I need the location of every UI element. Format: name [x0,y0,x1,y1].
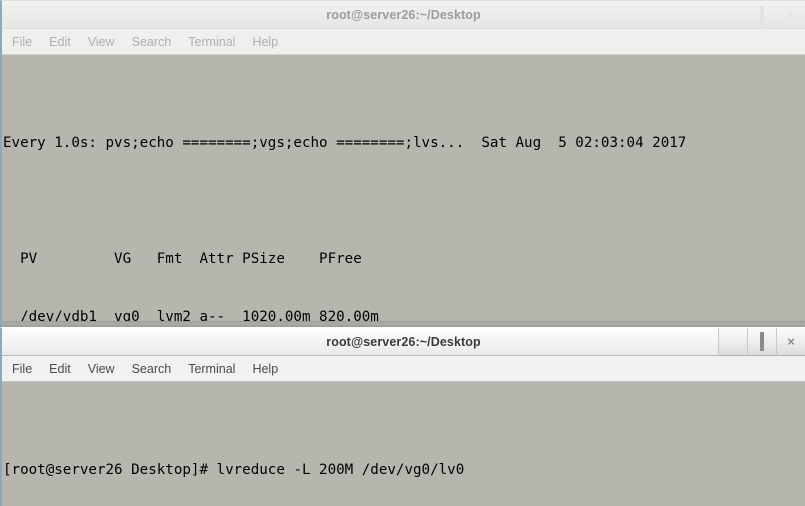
menubar-watch: File Edit View Search Terminal Help [2,29,805,55]
window-controls-watch: × [718,1,805,29]
terminal-lines-watch: Every 1.0s: pvs;echo ========;vgs;echo =… [2,94,805,329]
minimize-button-command[interactable] [718,328,747,356]
close-button-watch[interactable]: × [776,1,805,29]
maximize-icon [760,332,764,351]
close-icon: × [786,7,795,23]
menu-item-file[interactable]: File [12,35,32,49]
menu-item-terminal[interactable]: Terminal [188,35,235,49]
menu-item-search[interactable]: Search [132,35,172,49]
terminal-output-command[interactable]: [root@server26 Desktop]# lvreduce -L 200… [2,382,805,506]
menubar-command: File Edit View Search Terminal Help [2,356,805,382]
menu-item-help[interactable]: Help [252,35,278,49]
window-controls-command: × [718,328,805,356]
titlebar-watch[interactable]: root@server26:~/Desktop × [2,1,805,29]
terminal-line: [root@server26 Desktop]# lvreduce -L 200… [3,461,465,478]
close-button-command[interactable]: × [776,328,805,356]
menu-item-help[interactable]: Help [252,362,278,376]
terminal-line: PV VG Fmt Attr PSize PFree [3,251,362,268]
titlebar-command[interactable]: root@server26:~/Desktop × [2,328,805,356]
close-icon: × [787,334,795,349]
menu-item-file[interactable]: File [12,362,32,376]
terminal-output-watch[interactable]: Every 1.0s: pvs;echo ========;vgs;echo =… [2,55,805,329]
maximize-button-command[interactable] [747,328,776,356]
menu-item-search[interactable]: Search [132,362,172,376]
menu-item-terminal[interactable]: Terminal [188,362,235,376]
menu-item-edit[interactable]: Edit [49,35,71,49]
maximize-button-watch[interactable] [747,1,776,29]
window-title-watch: root@server26:~/Desktop [326,7,481,22]
window-title-command: root@server26:~/Desktop [326,334,481,349]
menu-item-view[interactable]: View [88,362,115,376]
terminal-lines-command: [root@server26 Desktop]# lvreduce -L 200… [2,421,805,506]
terminal-line: Every 1.0s: pvs;echo ========;vgs;echo =… [3,134,687,151]
maximize-icon [759,5,764,25]
minimize-button-watch[interactable] [718,1,747,29]
terminal-window-watch[interactable]: root@server26:~/Desktop × File Edit View… [0,0,805,330]
menu-item-view[interactable]: View [88,35,115,49]
terminal-window-command[interactable]: root@server26:~/Desktop × File Edit View… [0,327,805,506]
menu-item-edit[interactable]: Edit [49,362,71,376]
